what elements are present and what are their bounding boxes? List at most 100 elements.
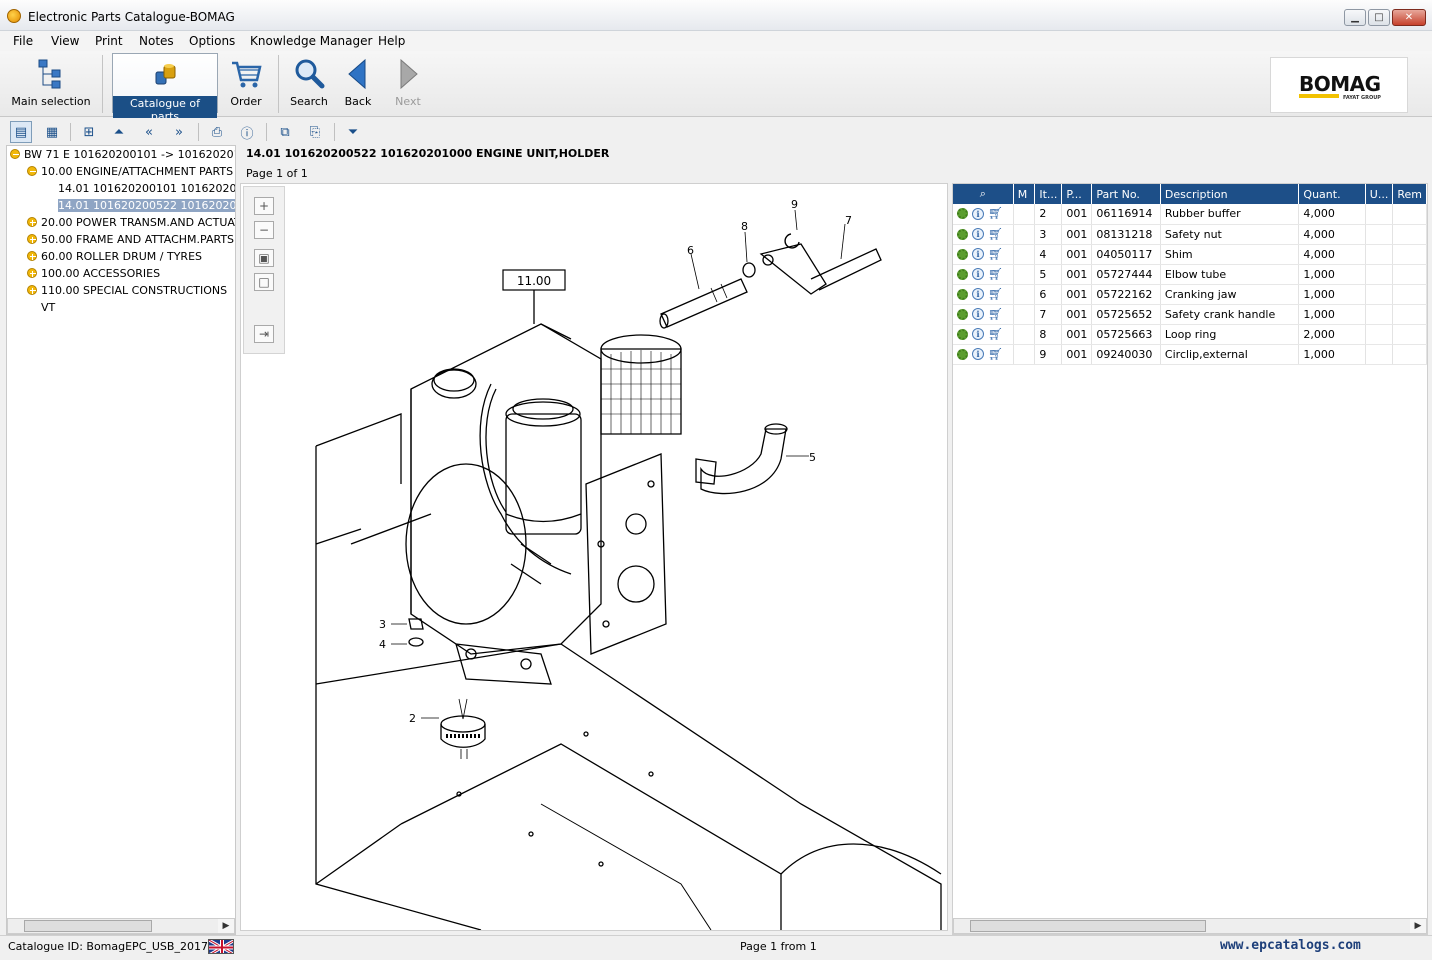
- drawing-title: 14.01 101620200522 101620201000 ENGINE U…: [246, 147, 610, 160]
- title-bar: Electronic Parts Catalogue-BOMAG ▁ □ ✕: [0, 0, 1432, 31]
- tree-node-special[interactable]: 110.00 SPECIAL CONSTRUCTIONS: [27, 282, 227, 299]
- tree-horizontal-scrollbar[interactable]: ▶: [7, 918, 235, 934]
- exploded-drawing[interactable]: + − ▣ □ ⇥ 11.00 6 8 9 7 5 3 4 2: [240, 183, 948, 931]
- maximize-button[interactable]: □: [1368, 9, 1390, 26]
- header-part-no[interactable]: Part No.: [1091, 184, 1161, 204]
- header-remarks[interactable]: Rem: [1392, 184, 1427, 204]
- tree-root[interactable]: BW 71 E 101620200101 -> 101620201000: [10, 146, 235, 163]
- gear-icon[interactable]: [957, 328, 968, 340]
- expand-icon[interactable]: [27, 268, 37, 278]
- parts-horizontal-scrollbar[interactable]: ▶: [953, 918, 1427, 934]
- tree-structure-icon: [38, 59, 61, 89]
- scroll-thumb[interactable]: [24, 920, 152, 932]
- table-row[interactable]: i 🛒︎ 7 001 05725652 Safety crank handle 1,000: [953, 304, 1427, 325]
- expand-icon[interactable]: [27, 285, 37, 295]
- header-description[interactable]: Description: [1160, 184, 1300, 204]
- menu-help[interactable]: Help: [378, 34, 405, 48]
- filter-icon[interactable]: ⏷: [342, 121, 364, 143]
- table-search-icon[interactable]: ⌕: [980, 187, 986, 200]
- info-icon[interactable]: i: [972, 288, 984, 300]
- menu-file[interactable]: File: [13, 34, 33, 48]
- search-button[interactable]: Search: [286, 53, 332, 113]
- scroll-right-icon[interactable]: ▶: [218, 919, 234, 933]
- gear-icon[interactable]: [957, 268, 968, 280]
- shopping-cart-icon[interactable]: 🛒︎: [988, 308, 1003, 320]
- shopping-cart-icon[interactable]: 🛒︎: [988, 348, 1003, 360]
- minimize-button[interactable]: ▁: [1344, 9, 1366, 26]
- gear-icon[interactable]: [957, 248, 968, 260]
- cell-remarks: [1392, 304, 1427, 325]
- print-icon[interactable]: ⎙: [206, 121, 228, 143]
- header-m[interactable]: M: [1013, 184, 1036, 204]
- export-image-icon[interactable]: ⧉: [274, 121, 296, 143]
- info-icon[interactable]: i: [972, 248, 984, 260]
- shopping-cart-icon[interactable]: 🛒︎: [988, 207, 1003, 219]
- structure-icon[interactable]: ⊞: [78, 121, 100, 143]
- table-row[interactable]: i 🛒︎ 5 001 05727444 Elbow tube 1,000: [953, 264, 1427, 285]
- info-icon[interactable]: i: [972, 228, 984, 240]
- info-icon[interactable]: ⓘ: [236, 121, 258, 143]
- scroll-right-icon[interactable]: ▶: [1410, 919, 1426, 933]
- list-view-icon[interactable]: ▦: [41, 121, 63, 143]
- level-up-icon[interactable]: ⏶: [108, 121, 130, 143]
- tree-node-vt[interactable]: VT: [41, 299, 55, 316]
- shopping-cart-icon[interactable]: 🛒︎: [988, 268, 1003, 280]
- header-quantity[interactable]: Quant.: [1298, 184, 1366, 204]
- callout-7: 7: [845, 214, 852, 227]
- header-tools[interactable]: ⌕: [953, 184, 1014, 204]
- menu-notes[interactable]: Notes: [139, 34, 174, 48]
- info-icon[interactable]: i: [972, 308, 984, 320]
- document-icon[interactable]: ⎘: [304, 121, 326, 143]
- next-page-icon[interactable]: »: [168, 121, 190, 143]
- table-row[interactable]: i 🛒︎ 6 001 05722162 Cranking jaw 1,000: [953, 284, 1427, 305]
- main-selection-button[interactable]: Main selection: [8, 53, 94, 113]
- table-row[interactable]: i 🛒︎ 3 001 08131218 Safety nut 4,000: [953, 224, 1427, 245]
- info-icon[interactable]: i: [972, 207, 984, 220]
- gear-icon[interactable]: [957, 288, 968, 300]
- shopping-cart-icon[interactable]: 🛒︎: [988, 288, 1003, 300]
- tree-node-power-transm[interactable]: 20.00 POWER TRANSM.AND ACTUAT.: [27, 214, 235, 231]
- tree-node-14-01-b[interactable]: 14.01 101620200522 101620201000: [58, 197, 235, 214]
- gear-icon[interactable]: [957, 228, 968, 240]
- next-button[interactable]: Next: [388, 53, 428, 113]
- tree-node-engine[interactable]: 10.00 ENGINE/ATTACHMENT PARTS: [27, 163, 233, 180]
- order-button[interactable]: Order: [224, 53, 268, 113]
- tree-view-icon[interactable]: ▤: [10, 121, 32, 143]
- expand-icon[interactable]: [27, 251, 37, 261]
- previous-page-icon[interactable]: «: [138, 121, 160, 143]
- menu-knowledge-manager[interactable]: Knowledge Manager: [250, 34, 372, 48]
- table-row[interactable]: i 🛒︎ 4 001 04050117 Shim 4,000: [953, 244, 1427, 265]
- table-row[interactable]: i 🛒︎ 2 001 06116914 Rubber buffer 4,000: [953, 204, 1427, 225]
- back-button[interactable]: Back: [338, 53, 378, 113]
- gear-icon[interactable]: [957, 208, 968, 220]
- catalogue-of-parts-button[interactable]: Catalogue of parts: [112, 53, 218, 124]
- expand-icon[interactable]: [27, 234, 37, 244]
- tree-node-frame[interactable]: 50.00 FRAME AND ATTACHM.PARTS: [27, 231, 234, 248]
- expand-icon[interactable]: [27, 217, 37, 227]
- info-icon[interactable]: i: [972, 268, 984, 280]
- tree-node-14-01-a[interactable]: 14.01 101620200101 101620200521: [58, 180, 235, 197]
- shopping-cart-icon[interactable]: 🛒︎: [988, 248, 1003, 260]
- collapse-icon[interactable]: [27, 166, 37, 176]
- collapse-icon[interactable]: [10, 149, 20, 159]
- gear-icon[interactable]: [957, 348, 968, 360]
- header-unit[interactable]: U...: [1365, 184, 1394, 204]
- info-icon[interactable]: i: [972, 328, 984, 340]
- close-button[interactable]: ✕: [1392, 9, 1426, 26]
- catalogue-id: Catalogue ID: BomagEPC_USB_2017: [8, 940, 208, 953]
- menu-print[interactable]: Print: [95, 34, 123, 48]
- info-icon[interactable]: i: [972, 348, 984, 360]
- tree-node-accessories[interactable]: 100.00 ACCESSORIES: [27, 265, 160, 282]
- table-row[interactable]: i 🛒︎ 9 001 09240030 Circlip,external 1,000: [953, 344, 1427, 365]
- shopping-cart-icon[interactable]: 🛒︎: [988, 228, 1003, 240]
- table-row[interactable]: i 🛒︎ 8 001 05725663 Loop ring 2,000: [953, 324, 1427, 345]
- menu-options[interactable]: Options: [189, 34, 235, 48]
- uk-flag-icon[interactable]: [208, 939, 234, 954]
- scroll-thumb[interactable]: [970, 920, 1206, 932]
- header-page[interactable]: P...: [1061, 184, 1093, 204]
- tree-node-roller-drum[interactable]: 60.00 ROLLER DRUM / TYRES: [27, 248, 202, 265]
- shopping-cart-icon[interactable]: 🛒︎: [988, 328, 1003, 340]
- header-item[interactable]: It...: [1034, 184, 1063, 204]
- gear-icon[interactable]: [957, 308, 968, 320]
- menu-view[interactable]: View: [51, 34, 79, 48]
